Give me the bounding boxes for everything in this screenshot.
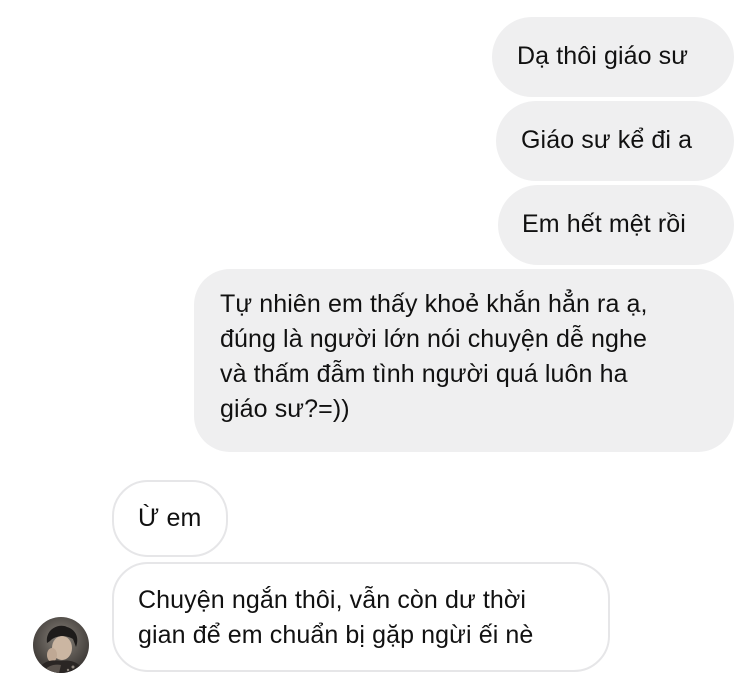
message-bubble-sent[interactable]: Em hết mệt rồi [498, 185, 734, 265]
message-text-line: Tự nhiên em thấy khoẻ khắn hẳn ra ạ, [220, 290, 648, 318]
message-text-line: Chuyện ngắn thôi, vẫn còn dư thời [138, 586, 527, 614]
message-text-line: gian để em chuẩn bị gặp ngừi ếi nè [138, 621, 534, 649]
message-bubble-sent[interactable]: Giáo sư kể đi a [496, 101, 734, 181]
avatar[interactable] [33, 617, 89, 673]
message-text: Ừ em [138, 504, 202, 532]
message-text: Dạ thôi giáo sư [517, 42, 689, 70]
message-bubble-received[interactable]: Ừ em [112, 480, 228, 557]
message-text: Em hết mệt rồi [522, 210, 686, 238]
message-bubble-sent[interactable]: Tự nhiên em thấy khoẻ khắn hẳn ra ạ, đún… [194, 269, 734, 452]
message-bubble-received[interactable]: Chuyện ngắn thôi, vẫn còn dư thời gian đ… [112, 562, 610, 672]
message-text-line: đúng là người lớn nói chuyện dễ nghe [220, 325, 648, 353]
profile-photo-icon [33, 617, 89, 673]
message-bubble-sent[interactable]: Dạ thôi giáo sư [492, 17, 734, 97]
message-text: Giáo sư kể đi a [521, 126, 693, 154]
message-text-line: và thấm đẫm tình người quá luôn ha [220, 360, 628, 388]
message-text-line: giáo sư?=)) [220, 395, 350, 423]
